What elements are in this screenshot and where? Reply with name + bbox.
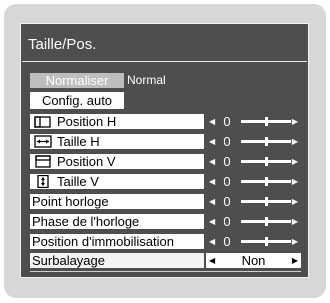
control-value: 0: [223, 214, 231, 229]
v-size-icon: [37, 175, 49, 188]
row-label: Taille H: [57, 134, 100, 149]
title-divider: [22, 61, 307, 62]
row-label: Point horloge: [32, 194, 109, 209]
overscan-control[interactable]: ◀ Non ▶: [206, 253, 301, 268]
slider-track[interactable]: [241, 237, 291, 246]
row-label-box: Position d'immobilisation: [30, 234, 204, 249]
arrow-left-icon[interactable]: ◀: [209, 134, 215, 149]
clock-phase-control[interactable]: ◀ 0 ▶: [206, 214, 301, 229]
arrow-right-icon[interactable]: ▶: [292, 154, 298, 169]
menu-row-v-position[interactable]: Position V ◀ 0 ▶: [30, 154, 301, 169]
size-position-menu: Taille/Pos. Normaliser Normal Config. au…: [20, 23, 309, 278]
v-size-control[interactable]: ◀ 0 ▶: [206, 174, 301, 189]
control-value: 0: [223, 194, 231, 209]
row-label-box: Taille H: [30, 134, 204, 149]
arrow-right-icon[interactable]: ▶: [292, 134, 298, 149]
v-position-control[interactable]: ◀ 0 ▶: [206, 154, 301, 169]
arrow-left-icon[interactable]: ◀: [209, 174, 215, 189]
menu-row-overscan[interactable]: Surbalayage ◀ Non ▶: [30, 253, 301, 268]
clock-point-control[interactable]: ◀ 0 ▶: [206, 194, 301, 209]
arrow-right-icon[interactable]: ▶: [292, 194, 298, 209]
v-position-icon: [35, 155, 51, 168]
control-value: 0: [223, 134, 231, 149]
slider-thumb[interactable]: [265, 237, 268, 246]
slider-thumb[interactable]: [265, 117, 268, 126]
arrow-left-icon[interactable]: ◀: [209, 214, 215, 229]
menu-row-clock-phase[interactable]: Phase de l'horloge ◀ 0 ▶: [30, 214, 301, 229]
h-size-control[interactable]: ◀ 0 ▶: [206, 134, 301, 149]
h-size-icon: [34, 135, 52, 148]
slider-track[interactable]: [241, 197, 291, 206]
slider-thumb[interactable]: [265, 157, 268, 166]
row-label: Surbalayage: [32, 253, 105, 268]
row-label: Position d'immobilisation: [32, 234, 174, 249]
row-label-box: Position H: [30, 114, 204, 129]
menu-bottom-divider: [30, 271, 301, 272]
menu-row-h-size[interactable]: Taille H ◀ 0 ▶: [30, 134, 301, 149]
normalize-button[interactable]: Normaliser: [30, 73, 124, 88]
menu-row-clock-point[interactable]: Point horloge ◀ 0 ▶: [30, 194, 301, 209]
menu-title: Taille/Pos.: [28, 36, 97, 53]
row-label: Taille V: [57, 174, 99, 189]
slider-track[interactable]: [241, 217, 291, 226]
control-value: 0: [223, 114, 231, 129]
row-label-box: Position V: [30, 154, 204, 169]
row-label-box: Taille V: [30, 174, 204, 189]
arrow-right-icon[interactable]: ▶: [292, 234, 298, 249]
slider-track[interactable]: [241, 157, 291, 166]
arrow-right-icon[interactable]: ▶: [292, 114, 298, 129]
arrow-left-icon[interactable]: ◀: [209, 114, 215, 129]
slider-track[interactable]: [241, 177, 291, 186]
slider-thumb[interactable]: [265, 197, 268, 206]
arrow-right-icon[interactable]: ▶: [292, 174, 298, 189]
h-position-icon: [34, 116, 51, 128]
control-value: 0: [223, 234, 231, 249]
overscan-value: Non: [241, 253, 266, 268]
slider-thumb[interactable]: [265, 137, 268, 146]
row-label-box: Surbalayage: [30, 253, 204, 268]
slider-thumb[interactable]: [265, 217, 268, 226]
menu-row-freeze-position[interactable]: Position d'immobilisation ◀ 0 ▶: [30, 234, 301, 249]
row-label-box: Phase de l'horloge: [30, 214, 204, 229]
arrow-right-icon[interactable]: ▶: [292, 253, 298, 268]
slider-track[interactable]: [241, 117, 291, 126]
arrow-right-icon[interactable]: ▶: [292, 214, 298, 229]
row-label: Phase de l'horloge: [32, 214, 140, 229]
arrow-left-icon[interactable]: ◀: [209, 194, 215, 209]
arrow-left-icon[interactable]: ◀: [209, 154, 215, 169]
arrow-left-icon[interactable]: ◀: [209, 234, 215, 249]
control-value: 0: [223, 174, 231, 189]
auto-config-button[interactable]: Config. auto: [30, 92, 124, 109]
h-position-control[interactable]: ◀ 0 ▶: [206, 114, 301, 129]
slider-track[interactable]: [241, 137, 291, 146]
menu-row-h-position[interactable]: Position H ◀ 0 ▶: [30, 114, 301, 129]
freeze-position-control[interactable]: ◀ 0 ▶: [206, 234, 301, 249]
control-value: 0: [223, 154, 231, 169]
row-label: Position H: [57, 114, 117, 129]
menu-row-v-size[interactable]: Taille V ◀ 0 ▶: [30, 174, 301, 189]
normalize-status: Normal: [127, 73, 166, 87]
row-label: Position V: [57, 154, 116, 169]
slider-thumb[interactable]: [265, 177, 268, 186]
row-label-box: Point horloge: [30, 194, 204, 209]
